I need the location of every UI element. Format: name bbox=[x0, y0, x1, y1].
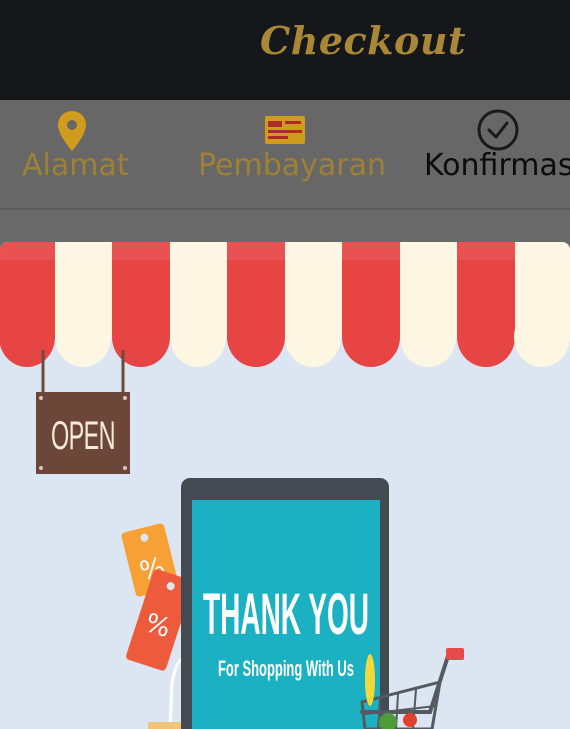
check-circle-icon bbox=[477, 109, 519, 151]
step-pembayaran[interactable]: Pembayaran bbox=[190, 100, 390, 210]
app-header: Checkout bbox=[0, 0, 570, 100]
map-pin-icon bbox=[58, 111, 86, 151]
step-konfirmasi[interactable]: Konfirmasi bbox=[410, 100, 570, 210]
step-alamat[interactable]: Alamat bbox=[0, 100, 150, 210]
credit-card-icon bbox=[265, 116, 305, 144]
thank-you-illustration: OPEN % % THANK YOU For Shopping With Us bbox=[0, 242, 570, 729]
checkout-steps: Alamat Pembayaran Konfirmasi bbox=[0, 100, 570, 210]
step-label-alamat: Alamat bbox=[22, 148, 129, 183]
screen-title: THANK YOU bbox=[203, 582, 369, 647]
thank-you-graphic: OPEN % % THANK YOU For Shopping With Us bbox=[0, 242, 570, 729]
step-label-konfirmasi: Konfirmasi bbox=[424, 148, 570, 183]
screen-subtitle: For Shopping With Us bbox=[218, 656, 354, 681]
page-title: Checkout bbox=[260, 18, 467, 63]
content-spacer bbox=[0, 210, 570, 242]
open-sign-text: OPEN bbox=[51, 414, 115, 458]
tablet-screen: THANK YOU For Shopping With Us bbox=[181, 478, 389, 729]
step-label-pembayaran: Pembayaran bbox=[198, 148, 386, 183]
